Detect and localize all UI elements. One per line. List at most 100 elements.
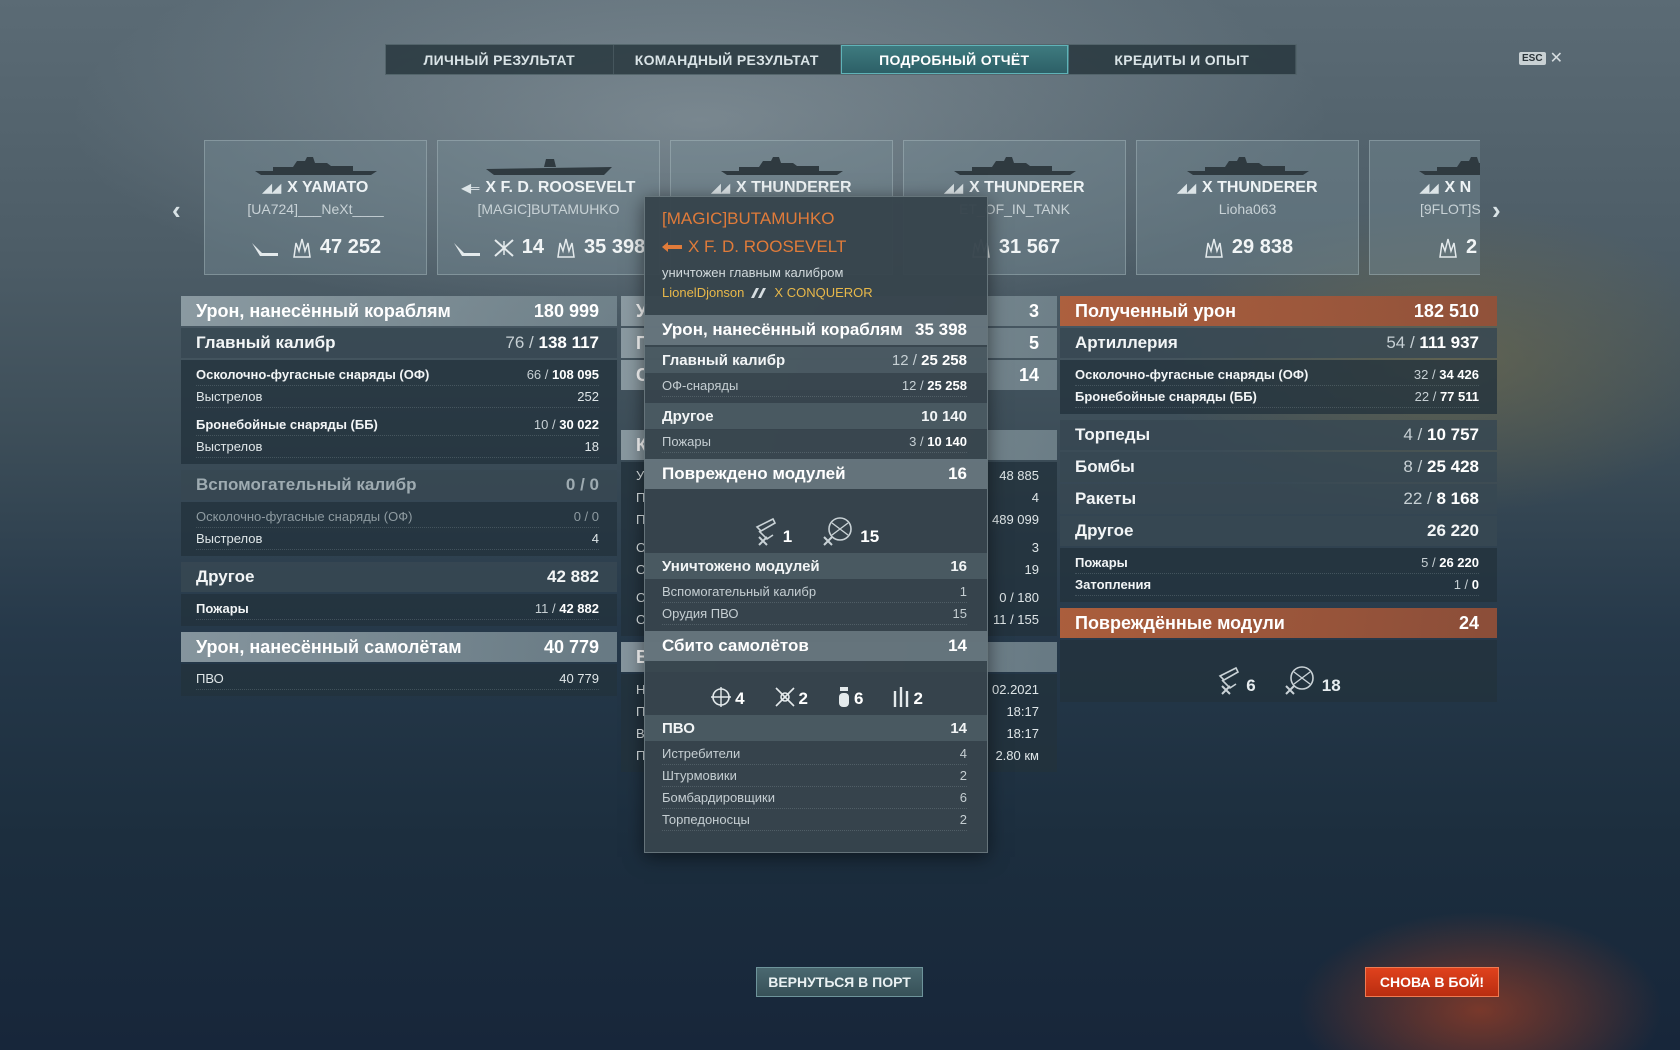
damaged-modules-header: Повреждённые модули 24 [1060,608,1497,638]
fighter-icon [711,687,732,707]
esc-key-badge: ESC [1519,51,1546,65]
battleship-silhouette-icon [254,157,377,175]
card-ship-name: X THUNDERER [735,179,852,196]
ribbon-sunk-icon [250,237,280,259]
battleship-class-icon: ◢◢ [711,181,730,195]
attack-plane-icon [774,687,795,707]
he-shells-row: Осколочно-фугасные снаряды (ОФ) 66 / 108 … [196,364,599,386]
ribbon-sunk-icon [452,237,482,259]
received-he-row: Осколочно-фугасные снаряды (ОФ) 32 / 34 4… [1075,364,1479,386]
carrier-class-icon [662,242,682,252]
damage-burst-icon [1439,238,1457,258]
carrier-silhouette-icon [485,159,612,175]
dealt-damage-panel: Урон, нанесённый кораблям 180 999 Главный… [181,296,617,702]
secondary-gun-icon [755,517,776,546]
tooltip-modules-destroyed: Уничтожено модулей 16 [645,553,987,579]
close-icon: ✕ [1549,50,1563,67]
dealt-damage-header: Урон, нанесённый кораблям 180 999 [181,296,617,326]
tooltip-ship-name: X F. D. ROOSEVELT [688,237,847,256]
battleship-silhouette-icon [953,157,1076,175]
torpedoes-row: Торпеды 4 / 10 757 [1060,420,1497,450]
main-battery-row: Главный калибр 76 / 138 117 [181,328,617,358]
card-damage: 2 [1466,236,1478,258]
player-tooltip: [MAGIC]BUTAMUHKO X F. D. ROOSEVELT уничт… [644,196,988,853]
tooltip-main-battery: Главный калибр 12 / 25 258 [645,347,987,373]
secondary-gun-icon [1218,666,1240,695]
carousel-next-button[interactable]: › [1492,195,1501,226]
battleship-class-icon: ◢◢ [262,181,282,195]
card-player-name: Lioha063 [1218,201,1277,217]
aa-damage-row: ПВО 40 779 [196,668,599,690]
tooltip-fires-row: Пожары 3 / 10 140 [662,431,967,453]
received-ap-row: Бронебойные снаряды (ББ) 22 / 77 511 [1075,386,1479,408]
received-damage-panel: Полученный урон 182 510 Артиллерия 54 / 1… [1060,296,1497,708]
killer-name: LionelDjonson [662,285,745,300]
ap-shots-row: Выстрелов 18 [196,436,599,458]
killer-ship: X CONQUEROR [774,285,873,300]
rockets-row: Ракеты 22 / 8 168 [1060,484,1497,514]
torpedo-bomber-icon [894,687,909,707]
tooltip-planes-shot: Сбито самолётов 14 [645,631,987,661]
card-ship-name: X N [1444,179,1472,196]
card-damage: 31 567 [998,236,1061,258]
battleship-silhouette-icon [1419,157,1480,175]
battleship-class-icon: ◢◢ [1420,181,1439,195]
card-damage: 35 398 [584,236,646,258]
damage-burst-icon [557,238,575,258]
received-other-row: Другое 26 220 [1060,516,1497,546]
card-damage: 47 252 [319,236,382,258]
return-to-port-button[interactable]: ВЕРНУТЬСЯ В ПОРТ [756,967,923,997]
tooltip-aa: ПВО 14 [645,715,987,741]
tab-detailed-report[interactable]: ПОДРОБНЫЙ ОТЧЁТ [841,45,1069,74]
card-ship-name: X THUNDERER [1201,179,1318,196]
ship-card[interactable]: ◢◢ X N [9FLOT]S 2 [1369,140,1480,275]
damage-burst-icon [1205,238,1223,258]
card-player-name: [MAGIC]BUTAMUHKO [477,201,620,217]
battleship-class-icon [751,287,767,298]
damage-burst-icon [293,238,311,258]
aa-mount-icon [1285,666,1314,695]
tooltip-player-name: [MAGIC]BUTAMUHKO [662,209,835,228]
secondary-shots-row: Выстрелов 4 [196,528,599,550]
card-ship-name: X YAMATO [287,179,369,196]
battleship-class-icon: ◢◢ [1177,181,1196,195]
tooltip-other: Другое 10 140 [645,403,987,429]
tab-credits-xp[interactable]: КРЕДИТЫ И ОПЫТ [1069,45,1296,74]
battleship-class-icon: ◢◢ [944,181,963,195]
flooding-row: Затопления 1 / 0 [1075,574,1479,596]
secondary-he-row: Осколочно-фугасные снаряды (ОФ) 0 / 0 [196,506,599,528]
card-ship-name: X THUNDERER [968,179,1085,196]
received-fires-row: Пожары 5 / 26 220 [1075,552,1479,574]
tab-bar: ЛИЧНЫЙ РЕЗУЛЬТАТ КОМАНДНЫЙ РЕЗУЛЬТАТ ПОД… [385,44,1297,75]
plane-shot-down-icon [494,238,514,257]
carrier-class-icon: ◀═ [461,181,480,195]
secondary-battery-row: Вспомогательный калибр 0 / 0 [181,470,617,500]
plane-damage-header: Урон, нанесённый самолётам 40 779 [181,632,617,662]
close-button[interactable]: ESC ✕ [1519,48,1563,68]
bombs-row: Бомбы 8 / 25 428 [1060,452,1497,482]
tab-personal-result[interactable]: ЛИЧНЫЙ РЕЗУЛЬТАТ [386,45,614,74]
tab-team-result[interactable]: КОМАНДНЫЙ РЕЗУЛЬТАТ [614,45,841,74]
he-shots-row: Выстрелов 252 [196,386,599,408]
battleship-silhouette-icon [720,157,843,175]
tooltip-modules-damaged: Повреждено модулей 16 [645,459,987,489]
ship-card[interactable]: ◀═ X F. D. ROOSEVELT [MAGIC]BUTAMUHKO 14 … [437,140,660,275]
card-player-name: [9FLOT]S [1420,201,1480,217]
card-ship-name: X F. D. ROOSEVELT [485,179,636,196]
battle-again-button[interactable]: СНОВА В БОЙ! [1365,967,1499,997]
bomber-icon [839,687,849,707]
other-damage-row: Другое 42 882 [181,562,617,592]
ship-card[interactable]: ◢◢ X THUNDERER Lioha063 29 838 [1136,140,1359,275]
aa-mount-icon [823,517,853,546]
carousel-prev-button[interactable]: ‹ [172,195,181,226]
card-damage: 29 838 [1231,236,1294,258]
ship-card[interactable]: ◢◢ X YAMATO [UA724]___NeXt____ 47 252 [204,140,427,275]
artillery-row: Артиллерия 54 / 111 937 [1060,328,1497,358]
destroyed-by-text: уничтожен главным калибром [662,265,844,280]
tooltip-he-row: ОФ-снаряды 12 / 25 258 [662,375,967,397]
battleship-silhouette-icon [1186,157,1309,175]
card-planes: 14 [521,236,545,258]
ap-shells-row: Бронебойные снаряды (ББ) 10 / 30 022 [196,414,599,436]
card-player-name: [UA724]___NeXt____ [247,201,384,217]
tooltip-dealt-damage: Урон, нанесённый кораблям 35 398 [645,315,987,345]
